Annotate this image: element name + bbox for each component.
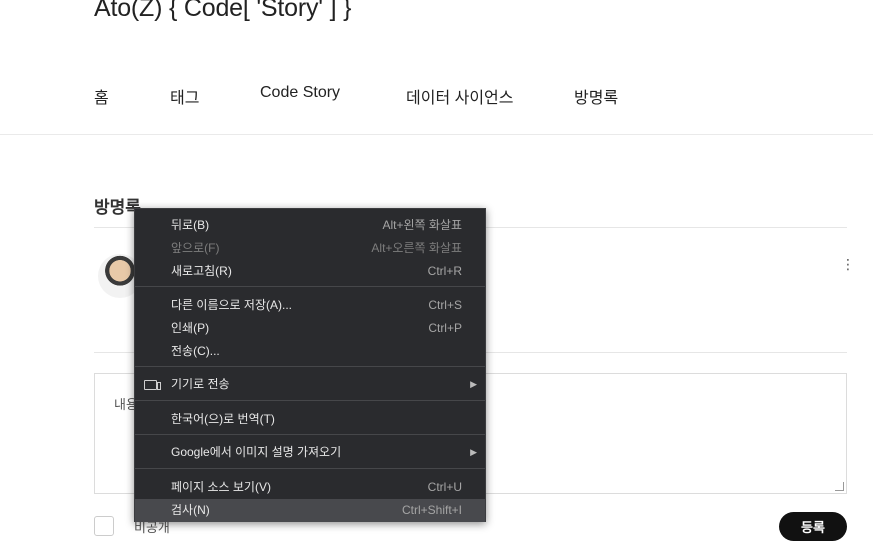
menu-item-forward[interactable]: 앞으로(F) Alt+오른쪽 화살표 [135,237,485,260]
submenu-arrow-icon: ▶ [470,447,477,457]
menu-separator [135,286,485,287]
menu-item-google-image-description[interactable]: Google에서 이미지 설명 가져오기 ▶ [135,441,485,464]
menu-item-inspect[interactable]: 검사(N) Ctrl+Shift+I [135,499,485,522]
menu-item-label: 인쇄(P) [171,321,210,335]
menu-item-back[interactable]: 뒤로(B) Alt+왼쪽 화살표 [135,214,485,237]
menu-item-label: 뒤로(B) [171,218,210,232]
context-menu: 뒤로(B) Alt+왼쪽 화살표 앞으로(F) Alt+오른쪽 화살표 새로고침… [134,208,486,522]
secret-checkbox[interactable] [94,516,114,536]
nav-item-guestbook[interactable]: 방명록 [574,84,618,108]
menu-item-shortcut: Ctrl+U [427,480,462,494]
menu-item-shortcut: Ctrl+S [428,298,462,312]
nav-item-home[interactable]: 홈 [94,84,109,108]
menu-separator [135,434,485,435]
menu-item-send[interactable]: 전송(C)... [135,340,485,363]
menu-item-reload[interactable]: 새로고침(R) Ctrl+R [135,260,485,283]
site-title[interactable]: Ato(Z) { Code[ 'Story' ] } [94,0,351,23]
menu-item-label: 기기로 전송 [171,377,230,391]
more-options-icon[interactable]: ⋮ [841,256,855,272]
menu-item-translate[interactable]: 한국어(으)로 번역(T) [135,408,485,431]
cast-device-icon [144,380,161,390]
nav-item-code-story[interactable]: Code Story [260,84,340,102]
nav-divider [0,134,873,135]
menu-item-label: 앞으로(F) [171,241,220,255]
menu-item-shortcut: Alt+왼쪽 화살표 [382,218,462,232]
menu-item-label: 새로고침(R) [171,264,232,278]
menu-item-shortcut: Ctrl+R [427,264,462,278]
submit-button[interactable]: 등록 [779,512,847,541]
resize-grip-icon[interactable] [835,482,844,491]
menu-item-cast-to-device[interactable]: 기기로 전송 ▶ [135,373,485,396]
menu-item-save-as[interactable]: 다른 이름으로 저장(A)... Ctrl+S [135,294,485,317]
menu-separator [135,400,485,401]
nav-item-tags[interactable]: 태그 [170,84,199,108]
menu-separator [135,468,485,469]
menu-separator [135,366,485,367]
submenu-arrow-icon: ▶ [470,379,477,389]
nav-item-data-science[interactable]: 데이터 사이언스 [406,84,514,108]
menu-item-print[interactable]: 인쇄(P) Ctrl+P [135,317,485,340]
menu-item-label: 전송(C)... [171,344,220,358]
menu-item-label: Google에서 이미지 설명 가져오기 [171,445,342,459]
main-nav: 홈 태그 Code Story 데이터 사이언스 방명록 [0,84,873,108]
menu-item-shortcut: Ctrl+P [428,321,462,335]
menu-item-shortcut: Ctrl+Shift+I [401,503,462,517]
menu-item-label: 한국어(으)로 번역(T) [171,412,275,426]
menu-item-label: 페이지 소스 보기(V) [171,480,271,494]
menu-item-label: 검사(N) [171,503,210,517]
menu-item-view-source[interactable]: 페이지 소스 보기(V) Ctrl+U [135,476,485,499]
menu-item-shortcut: Alt+오른쪽 화살표 [371,241,462,255]
menu-item-label: 다른 이름으로 저장(A)... [171,298,292,312]
